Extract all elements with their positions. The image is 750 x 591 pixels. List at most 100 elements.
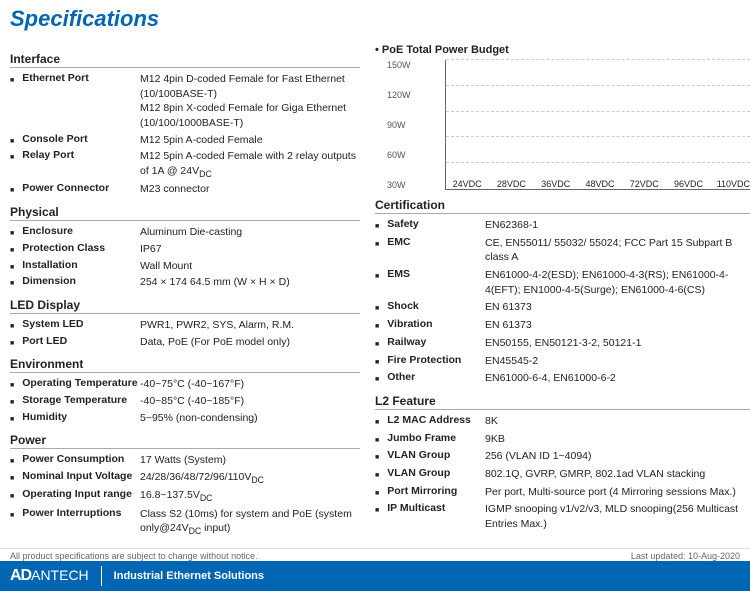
cert-safety: Safety EN62368-1 — [375, 218, 750, 233]
l2-jumbo-frame: Jumbo Frame 9KB — [375, 432, 750, 447]
bullet-icon — [375, 503, 383, 515]
bullet-icon — [10, 336, 18, 348]
y-label-90: 90W — [387, 120, 411, 130]
right-column: • PoE Total Power Budget 24VDC — [370, 44, 750, 540]
bullet-icon — [375, 319, 383, 331]
chart-section: • PoE Total Power Budget 24VDC — [375, 44, 750, 190]
cert-label-text: Railway — [387, 336, 426, 348]
cert-emc: EMC CE, EN55011/ 55032/ 55024; FCC Part … — [375, 236, 750, 265]
y-label-60: 60W — [387, 150, 411, 160]
disclaimer-text: All product specifications are subject t… — [10, 551, 258, 561]
cert-shock: Shock EN 61373 — [375, 300, 750, 315]
cert-label-text: Shock — [387, 300, 419, 312]
section-l2feature: L2 Feature — [375, 394, 750, 410]
bullet-icon — [10, 183, 18, 195]
bullet-icon — [10, 243, 18, 255]
spec-storage-temp: Storage Temperature -40~85°C (-40~185°F) — [10, 394, 360, 409]
spec-label-text: Power Connector — [22, 182, 109, 194]
spec-label-text: Relay Port — [22, 149, 74, 161]
cert-label-text: EMS — [387, 268, 410, 280]
bullet-icon — [375, 337, 383, 349]
spec-label-text: Humidity — [22, 411, 67, 423]
cert-ems: EMS EN61000-4-2(ESD); EN61000-4-3(RS); E… — [375, 268, 750, 297]
spec-ethernet-port: Ethernet Port M12 4pin D-coded Female fo… — [10, 72, 360, 131]
bar-72vdc: 72VDC — [628, 177, 660, 189]
bullet-icon — [10, 395, 18, 407]
bullet-icon — [10, 471, 18, 483]
spec-system-led: System LED PWR1, PWR2, SYS, Alarm, R.M. — [10, 318, 360, 333]
spec-port-led: Port LED Data, PoE (For PoE model only) — [10, 335, 360, 350]
page-title: Specifications — [0, 0, 750, 36]
last-updated-text: Last updated: 10-Aug-2020 — [631, 551, 740, 561]
spec-input-range: Operating Input range 16.8~137.5VDC — [10, 488, 360, 504]
bullet-icon — [375, 433, 383, 445]
main-content: Interface Ethernet Port M12 4pin D-coded… — [0, 36, 750, 540]
l2-vlan-group-1: VLAN Group 256 (VLAN ID 1~4094) — [375, 449, 750, 464]
footer-tagline: Industrial Ethernet Solutions — [114, 570, 264, 582]
bullet-icon — [375, 372, 383, 384]
spec-console-port: Console Port M12 5pin A-coded Female — [10, 133, 360, 148]
spec-label-text: Enclosure — [22, 225, 73, 237]
bar-96vdc: 96VDC — [672, 177, 704, 189]
spec-label-text: Power Consumption — [22, 453, 124, 465]
spec-label-text: Nominal Input Voltage — [22, 470, 132, 482]
footer-logo: ADANTECH — [10, 567, 89, 585]
spec-humidity: Humidity 5~95% (non-condensing) — [10, 411, 360, 426]
l2-ip-multicast: IP Multicast IGMP snooping v1/v2/v3, MLD… — [375, 502, 750, 531]
bullet-icon — [10, 412, 18, 424]
bullet-icon — [375, 301, 383, 313]
footer-divider — [101, 566, 102, 586]
section-physical: Physical — [10, 205, 360, 221]
cert-railway: Railway EN50155, EN50121-3-2, 50121-1 — [375, 336, 750, 351]
l2-label-text: L2 MAC Address — [387, 414, 471, 426]
bullet-icon — [375, 450, 383, 462]
spec-nominal-voltage: Nominal Input Voltage 24/28/36/48/72/96/… — [10, 470, 360, 486]
bullet-icon — [375, 486, 383, 498]
l2-label-text: IP Multicast — [387, 502, 445, 514]
cert-vibration: Vibration EN 61373 — [375, 318, 750, 333]
spec-label-text: Protection Class — [22, 242, 105, 254]
spec-enclosure: Enclosure Aluminum Die-casting — [10, 225, 360, 240]
bullet-icon — [10, 226, 18, 238]
spec-power-connector: Power Connector M23 connector — [10, 182, 360, 197]
poe-chart: 24VDC 28VDC 36VDC 48VDC — [445, 60, 750, 190]
spec-power-interruptions: Power Interruptions Class S2 (10ms) for … — [10, 507, 360, 538]
section-interface: Interface — [10, 52, 360, 68]
bar-24vdc: 24VDC — [451, 177, 483, 189]
spec-relay-port: Relay Port M12 5pin A-coded Female with … — [10, 149, 360, 180]
bullet-icon — [10, 378, 18, 390]
spec-label-text: Console Port — [22, 133, 87, 145]
spec-label-text: Operating Temperature — [22, 377, 137, 389]
spec-label-text: Power Interruptions — [22, 507, 121, 519]
spec-power-consumption: Power Consumption 17 Watts (System) — [10, 453, 360, 468]
bar-28vdc: 28VDC — [495, 177, 527, 189]
bullet-icon — [375, 219, 383, 231]
footer-bar: ADANTECH Industrial Ethernet Solutions — [0, 561, 750, 591]
cert-label-text: Vibration — [387, 318, 432, 330]
cert-label-text: Safety — [387, 218, 419, 230]
spec-label-text: Ethernet Port — [22, 72, 89, 84]
spec-dimension: Dimension 254 × 174 64.5 mm (W × H × D) — [10, 275, 360, 290]
cert-fire: Fire Protection EN45545-2 — [375, 354, 750, 369]
cert-other: Other EN61000-6-4, EN61000-6-2 — [375, 371, 750, 386]
y-label-30: 30W — [387, 180, 411, 190]
spec-label-text: Installation — [22, 259, 77, 271]
section-environment: Environment — [10, 357, 360, 373]
bullet-icon — [375, 415, 383, 427]
l2-vlan-group-2: VLAN Group 802.1Q, GVRP, GMRP, 802.1ad V… — [375, 467, 750, 482]
section-power: Power — [10, 433, 360, 449]
bullet-icon — [10, 454, 18, 466]
bullet-icon — [10, 150, 18, 162]
bar-36vdc: 36VDC — [540, 177, 572, 189]
y-label-120: 120W — [387, 90, 411, 100]
chart-title: • PoE Total Power Budget — [375, 44, 750, 56]
bar-48vdc: 48VDC — [584, 177, 616, 189]
bullet-icon — [375, 355, 383, 367]
bullet-icon — [10, 73, 18, 85]
bullet-icon — [10, 319, 18, 331]
chart-bars: 24VDC 28VDC 36VDC 48VDC — [446, 60, 750, 189]
l2-label-text: VLAN Group — [387, 467, 450, 479]
section-certification: Certification — [375, 198, 750, 214]
l2-mac-address: L2 MAC Address 8K — [375, 414, 750, 429]
spec-protection-class: Protection Class IP67 — [10, 242, 360, 257]
